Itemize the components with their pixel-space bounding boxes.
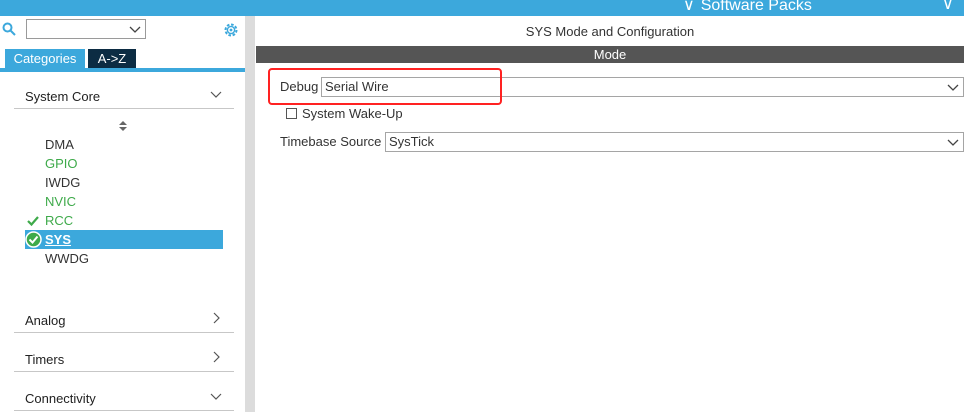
timebase-select[interactable]: SysTick [385, 132, 964, 152]
item-label: NVIC [45, 194, 77, 209]
check-circle-icon [25, 231, 42, 248]
gear-icon[interactable] [222, 21, 240, 39]
categories-panel: Categories A->Z System Core DMA GPIO IWD… [0, 16, 245, 412]
software-packs-label: Software Packs [700, 0, 812, 14]
item-label: WWDG [45, 251, 90, 266]
category-analog[interactable]: Analog [14, 304, 234, 333]
config-panel: SYS Mode and Configuration Mode Debug Se… [256, 16, 964, 412]
search-input[interactable] [26, 19, 146, 39]
top-banner: ∨ Software Packs ∨ [0, 0, 964, 16]
system-core-list: DMA GPIO IWDG NVIC RCC SYS WWDG [25, 135, 223, 268]
chevron-down-icon[interactable] [129, 23, 141, 35]
page-title: SYS Mode and Configuration [525, 24, 695, 39]
item-label: GPIO [45, 156, 78, 171]
item-label: RCC [45, 213, 74, 228]
sort-icon[interactable] [118, 120, 128, 132]
item-label: SYS [45, 232, 72, 247]
list-item-wwdg[interactable]: WWDG [25, 249, 223, 268]
category-system-core[interactable]: System Core [14, 80, 234, 109]
software-packs-menu[interactable]: ∨ Software Packs [683, 0, 812, 15]
list-item-rcc[interactable]: RCC [25, 211, 223, 230]
check-icon [27, 216, 39, 227]
tab-a-z[interactable]: A->Z [88, 49, 136, 68]
list-item-gpio[interactable]: GPIO [25, 154, 223, 173]
item-label: DMA [45, 137, 74, 152]
chevron-right-icon [213, 312, 220, 324]
category-connectivity[interactable]: Connectivity [14, 382, 234, 411]
list-item-iwdg[interactable]: IWDG [25, 173, 223, 192]
category-timers[interactable]: Timers [14, 343, 234, 372]
chevron-down-icon[interactable]: ∨ [942, 0, 954, 14]
list-item-dma[interactable]: DMA [25, 135, 223, 154]
chevron-down-icon [210, 393, 222, 400]
mode-section-header: Mode [256, 46, 964, 63]
item-label: IWDG [45, 175, 81, 190]
panel-splitter[interactable] [245, 16, 255, 412]
category-label: Connectivity [25, 391, 96, 406]
chevron-down-icon [947, 84, 959, 91]
category-label: Analog [25, 313, 66, 328]
list-item-sys[interactable]: SYS [25, 230, 223, 249]
highlight-annotation [268, 68, 502, 105]
list-item-nvic[interactable]: NVIC [25, 192, 223, 211]
tab-underline [0, 68, 245, 72]
system-wakeup-checkbox[interactable] [286, 108, 297, 119]
category-label: Timers [25, 352, 65, 367]
timebase-label: Timebase Source [280, 134, 382, 149]
system-wakeup-label: System Wake-Up [302, 106, 403, 121]
timebase-select-value: SysTick [389, 134, 435, 149]
search-icon[interactable] [2, 22, 16, 36]
category-label: System Core [25, 89, 101, 104]
chevron-down-icon [210, 91, 222, 98]
tab-categories[interactable]: Categories [5, 49, 85, 68]
chevron-down-icon [947, 139, 959, 146]
chevron-right-icon [213, 351, 220, 363]
chevron-down-icon: ∨ [683, 0, 695, 14]
